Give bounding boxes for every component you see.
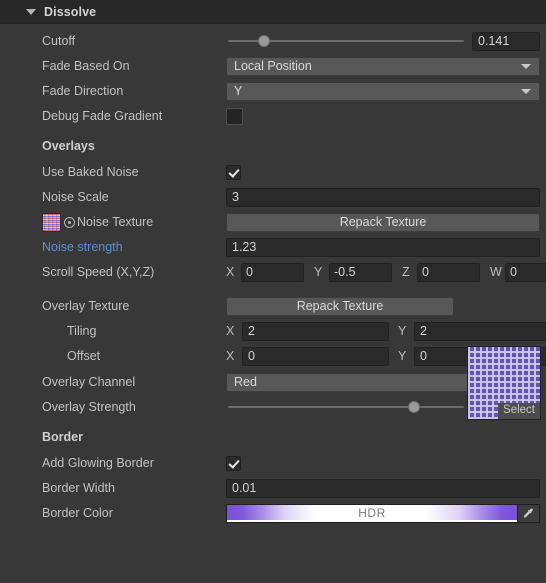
- scroll-speed-y-input[interactable]: -0.5: [329, 262, 392, 282]
- row-use-baked-noise: Use Baked Noise: [0, 161, 546, 183]
- axis-label-x: X: [226, 265, 235, 279]
- repack-noise-texture-button[interactable]: Repack Texture: [226, 212, 540, 232]
- label-border-color: Border Color: [42, 506, 113, 520]
- label-overlay-strength: Overlay Strength: [42, 400, 136, 414]
- overlay-strength-slider-thumb[interactable]: [408, 400, 421, 413]
- tiling-x-input[interactable]: 2: [242, 321, 389, 341]
- overlay-channel-value: Red: [234, 375, 257, 389]
- label-fade-direction: Fade Direction: [42, 84, 124, 98]
- repack-overlay-texture-button[interactable]: Repack Texture: [226, 296, 454, 316]
- eyedropper-icon[interactable]: [518, 503, 540, 523]
- page-title: Dissolve: [44, 4, 97, 19]
- row-overlay-channel: Overlay Channel Red: [0, 371, 546, 393]
- section-overlays: Overlays: [0, 134, 546, 158]
- scroll-speed-x: X 0: [226, 262, 304, 282]
- fade-based-on-dropdown[interactable]: Local Position: [226, 56, 540, 76]
- scroll-speed-z: Z 0: [402, 262, 480, 282]
- section-border: Border: [0, 425, 546, 449]
- label-overlay-texture: Overlay Texture: [42, 299, 130, 313]
- debug-fade-gradient-swatch[interactable]: [226, 107, 243, 125]
- border-width-input[interactable]: 0.01: [226, 478, 540, 498]
- overlay-strength-slider-track: [228, 406, 464, 408]
- chevron-down-icon: [521, 63, 531, 69]
- label-noise-texture: Noise Texture: [77, 215, 154, 229]
- row-overlay-texture: Overlay Texture Repack Texture: [0, 295, 546, 317]
- axis-label-y: Y: [314, 265, 323, 279]
- label-cutoff: Cutoff: [42, 34, 76, 48]
- label-noise-texture-group: Noise Texture: [42, 212, 226, 232]
- noise-texture-thumbnail-icon[interactable]: [42, 212, 61, 232]
- chevron-down-icon: [521, 88, 531, 94]
- row-noise-strength: Noise strength 1.23: [0, 236, 546, 258]
- use-baked-noise-checkbox[interactable]: [226, 164, 241, 180]
- row-noise-scale: Noise Scale 3: [0, 186, 546, 208]
- noise-strength-input[interactable]: 1.23: [226, 237, 540, 257]
- overlay-strength-slider[interactable]: [226, 398, 466, 417]
- section-title-overlays: Overlays: [42, 139, 95, 153]
- fade-direction-dropdown[interactable]: Y: [226, 81, 540, 101]
- tiling-y-input[interactable]: 2: [414, 321, 546, 341]
- hdr-badge: HDR: [358, 506, 386, 520]
- label-overlay-channel: Overlay Channel: [42, 375, 136, 389]
- cutoff-slider[interactable]: [226, 32, 466, 51]
- select-texture-button[interactable]: Select: [498, 403, 540, 419]
- label-debug-fade-gradient: Debug Fade Gradient: [42, 109, 163, 123]
- cutoff-slider-thumb[interactable]: [258, 34, 271, 47]
- scroll-speed-x-input[interactable]: 0: [241, 262, 304, 282]
- tiling-axis-label-x: X: [226, 324, 235, 338]
- row-noise-texture: Noise Texture Repack Texture: [0, 211, 546, 233]
- border-color-field[interactable]: HDR: [226, 503, 518, 523]
- component-header[interactable]: Dissolve: [0, 0, 546, 24]
- label-noise-strength: Noise strength: [42, 240, 123, 254]
- row-debug-fade-gradient: Debug Fade Gradient: [0, 105, 546, 127]
- scroll-speed-w-input[interactable]: 0: [505, 262, 546, 282]
- offset-axis-label-y: Y: [398, 349, 407, 363]
- label-border-width: Border Width: [42, 481, 115, 495]
- label-scroll-speed: Scroll Speed (X,Y,Z): [42, 265, 155, 279]
- alpha-strip: [227, 519, 517, 522]
- row-offset: Offset X 0 Y 0: [0, 345, 546, 367]
- row-cutoff: Cutoff 0.141: [0, 30, 546, 52]
- noise-scale-input[interactable]: 3: [226, 187, 540, 207]
- overlay-texture-preview[interactable]: Select: [467, 346, 541, 420]
- inspector-body: Cutoff 0.141 Fade Based On Local Positio…: [0, 24, 546, 583]
- row-add-glowing-border: Add Glowing Border: [0, 452, 546, 474]
- row-fade-based-on: Fade Based On Local Position: [0, 55, 546, 77]
- label-offset: Offset: [67, 349, 101, 363]
- row-border-width: Border Width 0.01: [0, 477, 546, 499]
- label-noise-scale: Noise Scale: [42, 190, 109, 204]
- add-glowing-border-checkbox[interactable]: [226, 455, 241, 471]
- tiling-axis-label-y: Y: [398, 324, 407, 338]
- axis-label-z: Z: [402, 265, 410, 279]
- label-use-baked-noise: Use Baked Noise: [42, 165, 139, 179]
- row-border-color: Border Color HDR: [0, 502, 546, 524]
- scroll-speed-y: Y -0.5: [314, 262, 392, 282]
- label-add-glowing-border: Add Glowing Border: [42, 456, 154, 470]
- object-field-icon: [64, 216, 75, 228]
- row-overlay-strength: Overlay Strength 0.799: [0, 396, 546, 418]
- fade-direction-value: Y: [234, 84, 243, 98]
- scroll-speed-w: W 0: [490, 262, 546, 282]
- offset-x-input[interactable]: 0: [242, 346, 389, 366]
- fade-based-on-value: Local Position: [234, 59, 312, 73]
- scroll-speed-z-input[interactable]: 0: [417, 262, 480, 282]
- row-tiling: Tiling X 2 Y 2: [0, 320, 546, 342]
- section-title-border: Border: [42, 430, 83, 444]
- row-fade-direction: Fade Direction Y: [0, 80, 546, 102]
- offset-axis-label-x: X: [226, 349, 235, 363]
- label-fade-based-on: Fade Based On: [42, 59, 130, 73]
- row-scroll-speed: Scroll Speed (X,Y,Z) X 0 Y -0.5 Z 0 W 0: [0, 261, 546, 283]
- cutoff-value-input[interactable]: 0.141: [472, 31, 540, 51]
- axis-label-w: W: [490, 265, 502, 279]
- triangle-down-icon[interactable]: [26, 8, 36, 15]
- label-tiling: Tiling: [67, 324, 97, 338]
